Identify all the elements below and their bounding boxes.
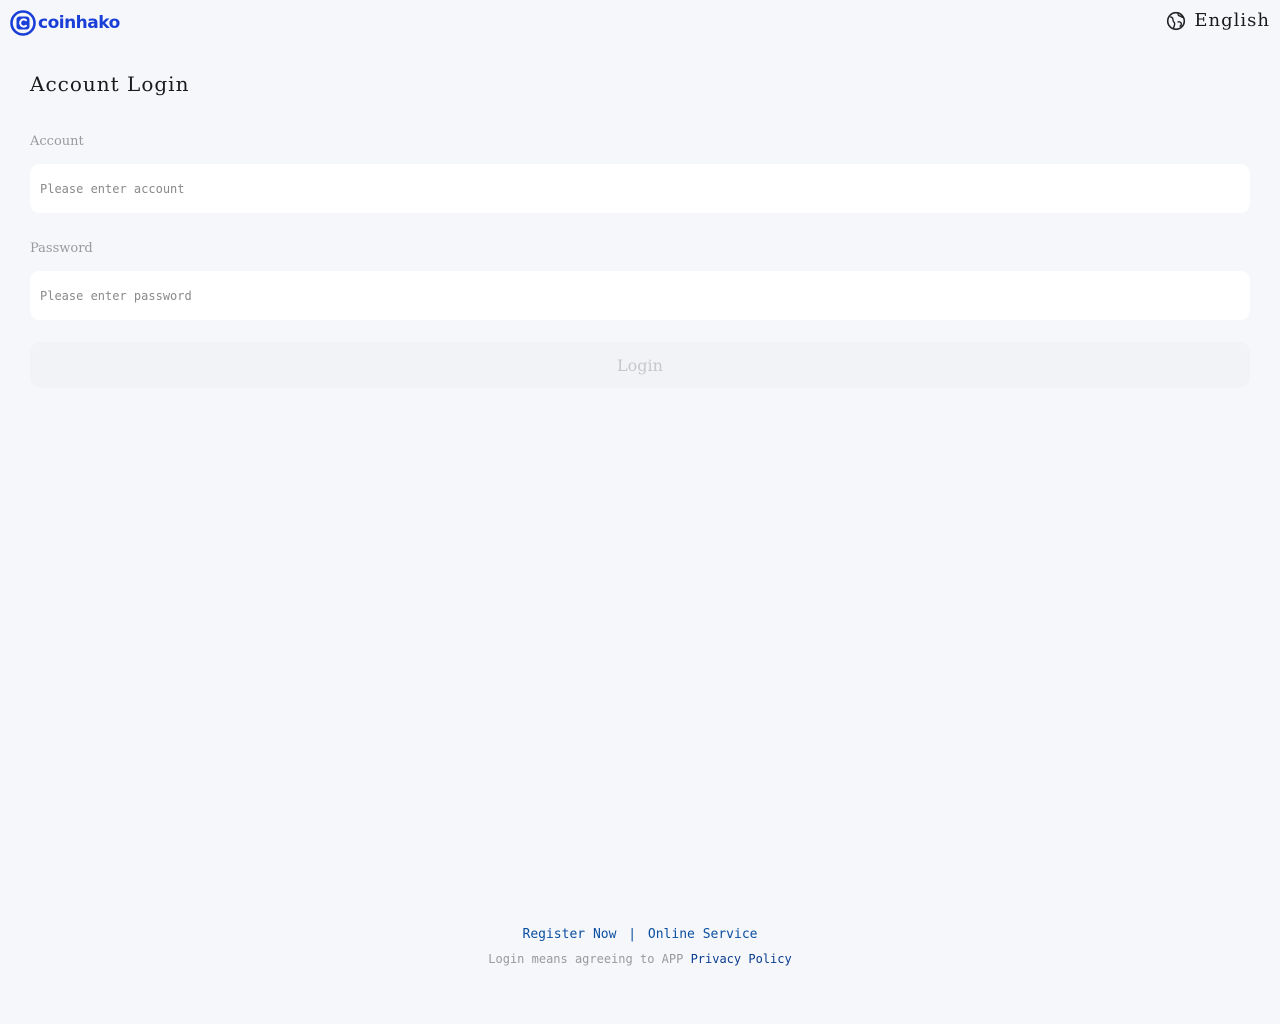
language-label: English <box>1194 10 1270 31</box>
language-selector[interactable]: English <box>1166 10 1270 31</box>
login-button[interactable]: Login <box>30 342 1250 388</box>
coinhako-logo-icon <box>10 9 36 36</box>
privacy-policy-link[interactable]: Privacy Policy <box>691 952 792 966</box>
footer-links: Register Now | Online Service <box>0 927 1280 942</box>
password-field-container <box>30 271 1250 320</box>
privacy-notice-text: Login means agreeing to APP <box>488 952 691 966</box>
logo-text: coinhako <box>38 12 120 33</box>
password-input[interactable] <box>30 271 1250 320</box>
account-input[interactable] <box>30 164 1250 213</box>
privacy-notice: Login means agreeing to APP Privacy Poli… <box>0 952 1280 966</box>
header: coinhako English <box>0 0 1280 44</box>
account-field-container <box>30 164 1250 213</box>
globe-icon <box>1167 11 1186 30</box>
account-label: Account <box>30 134 84 149</box>
online-service-link[interactable]: Online Service <box>648 927 758 942</box>
footer-separator: | <box>628 927 637 942</box>
logo[interactable]: coinhako <box>10 9 120 36</box>
password-label: Password <box>30 241 93 256</box>
register-now-link[interactable]: Register Now <box>523 927 617 942</box>
page-title: Account Login <box>30 72 190 96</box>
login-page: coinhako English Account Login Account P… <box>0 0 1280 1024</box>
